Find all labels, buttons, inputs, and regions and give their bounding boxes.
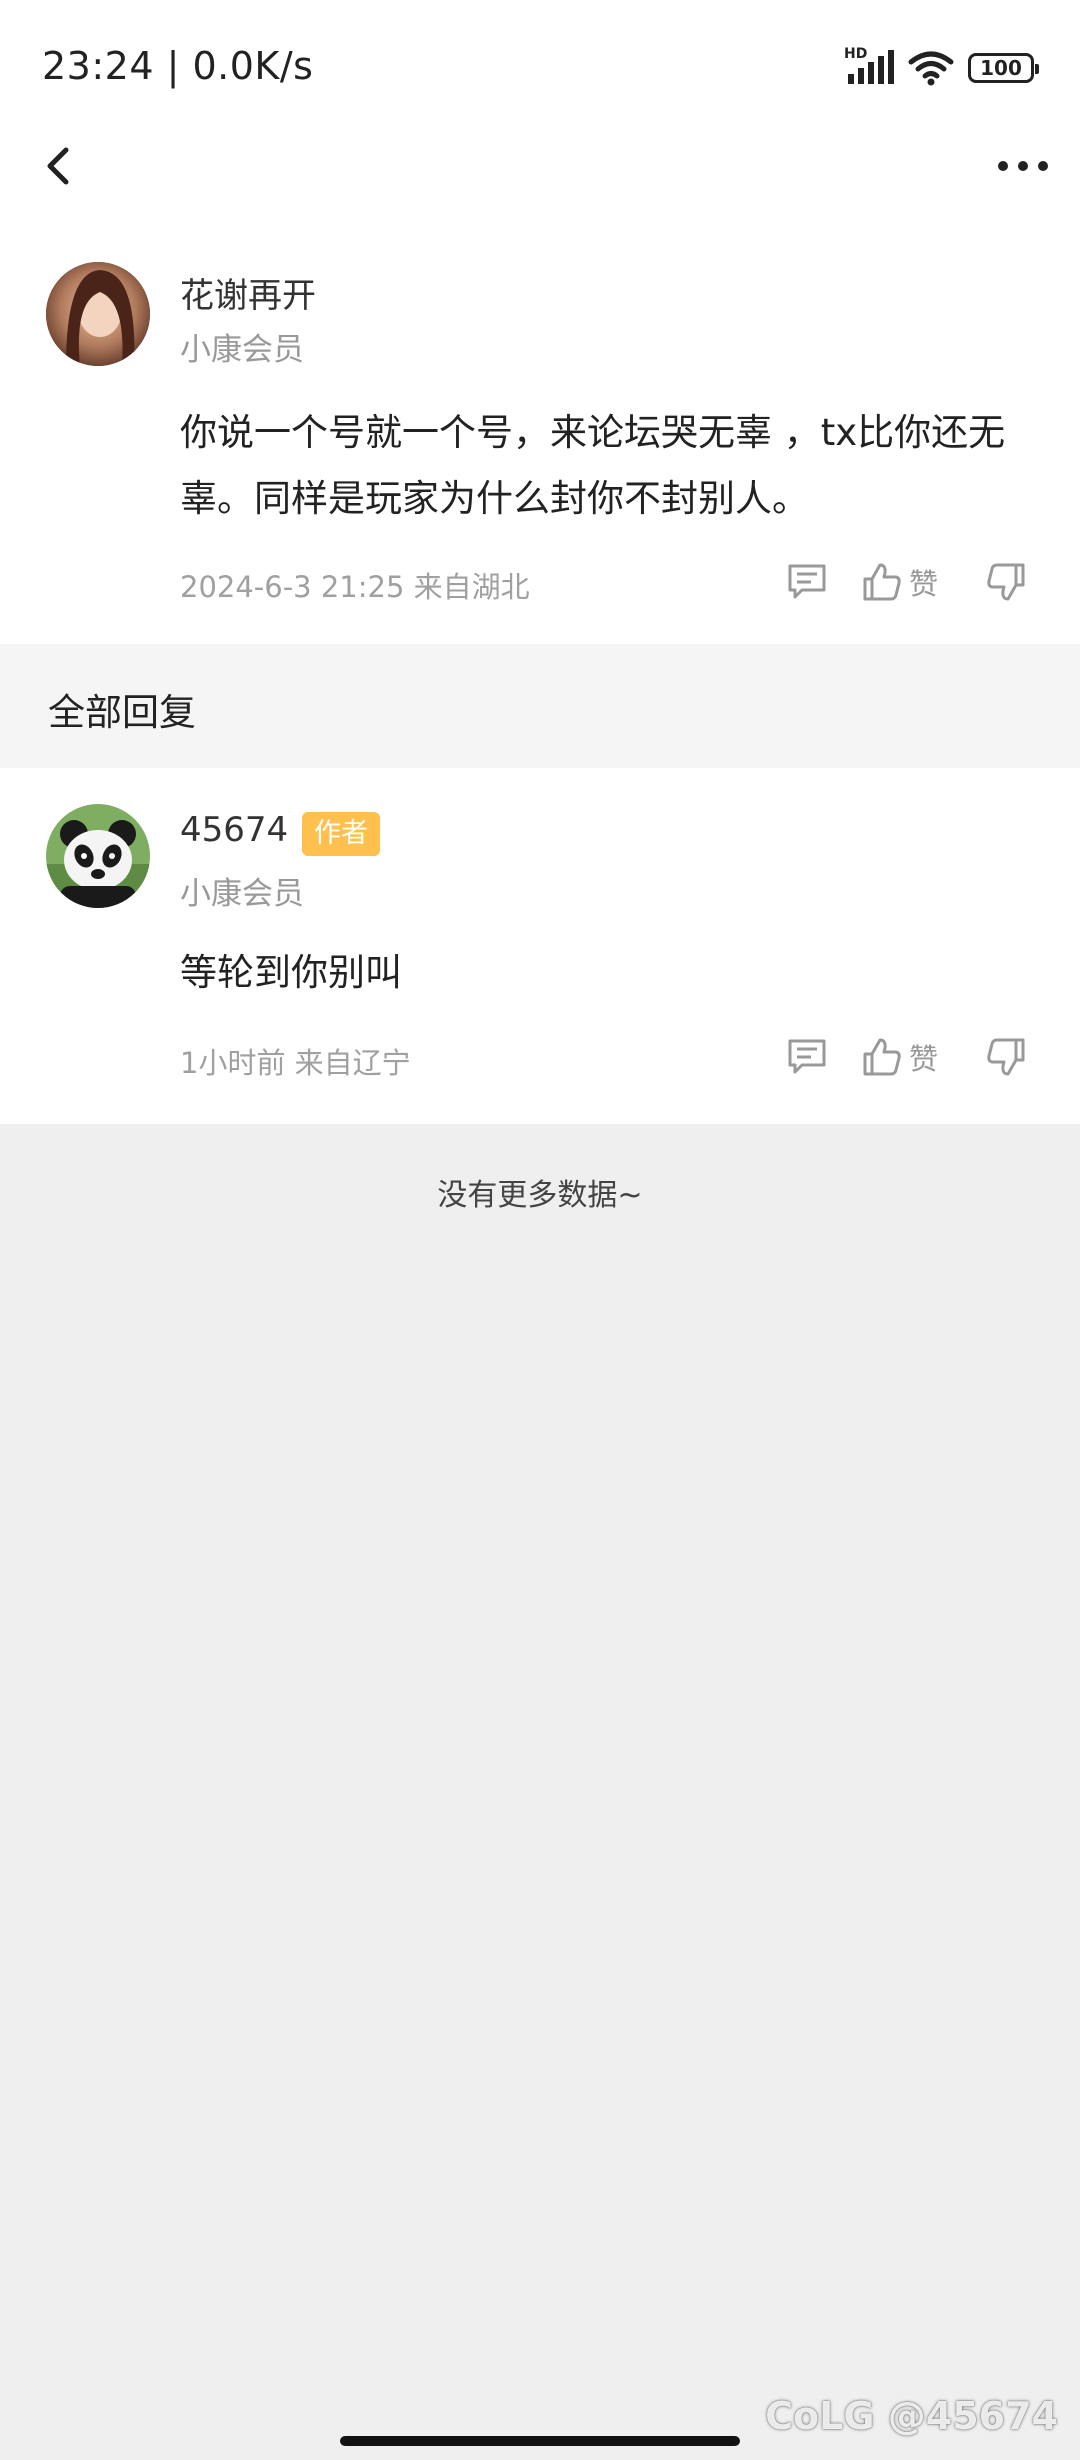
battery-level: 100: [980, 56, 1022, 80]
like-button[interactable]: 赞: [861, 1032, 938, 1082]
thumbs-down-icon: [987, 563, 1025, 601]
signal-icon: HD: [844, 46, 894, 86]
post-content: 你说一个号就一个号，来论坛哭无辜 ，tx比你还无辜。同样是玩家为什么封你不封别人…: [180, 411, 1006, 520]
reply-button[interactable]: [777, 557, 837, 607]
reply-meta: 1小时前 来自辽宁: [180, 1046, 411, 1080]
more-dots-icon: [998, 161, 1048, 171]
dislike-button[interactable]: [984, 1032, 1028, 1082]
section-title: 全部回复: [48, 691, 196, 734]
reply-actions: 赞: [777, 1032, 1028, 1082]
thumbs-up-icon: [863, 1038, 901, 1076]
status-icons: HD 100: [844, 46, 1039, 88]
reply-item: 45674 作者 小康会员 等轮到你别叫 1小时前 来自辽宁 赞: [0, 768, 1080, 1124]
avatar[interactable]: [46, 262, 150, 366]
status-time: 23:24 | 0.0K/s: [42, 44, 314, 88]
section-header: 全部回复: [0, 644, 1080, 768]
original-post: 花谢再开 小康会员 你说一个号就一个号，来论坛哭无辜 ，tx比你还无辜。同样是玩…: [0, 212, 1080, 644]
nav-bar: [0, 120, 1080, 212]
like-label: 赞: [908, 567, 938, 601]
post-meta: 2024-6-3 21:25 来自湖北: [180, 570, 530, 604]
thumbs-up-icon: [863, 563, 901, 601]
dislike-button[interactable]: [984, 557, 1028, 607]
comment-icon: [788, 1039, 826, 1074]
back-button[interactable]: [30, 138, 86, 194]
reply-content: 等轮到你别叫: [180, 951, 402, 994]
watermark: CoLG @45674: [765, 2394, 1058, 2438]
post-actions: 赞: [777, 557, 1028, 607]
member-level: 小康会员: [180, 876, 304, 912]
more-button[interactable]: [988, 138, 1058, 194]
like-label: 赞: [908, 1042, 938, 1076]
member-level: 小康会员: [180, 332, 304, 368]
avatar[interactable]: [46, 804, 150, 908]
home-indicator[interactable]: [340, 2436, 740, 2446]
comment-icon: [788, 564, 826, 599]
like-button[interactable]: 赞: [861, 557, 938, 607]
chevron-left-icon: [47, 147, 69, 185]
author-badge: 作者: [302, 812, 380, 856]
post-username[interactable]: 花谢再开: [180, 268, 316, 317]
reply-username[interactable]: 45674: [180, 810, 288, 850]
no-more-data: 没有更多数据~: [437, 1178, 643, 1213]
reply-button[interactable]: [777, 1032, 837, 1082]
wifi-icon: [908, 50, 954, 86]
battery-icon: 100: [968, 53, 1039, 83]
status-bar: 23:24 | 0.0K/s HD 100: [0, 0, 1080, 136]
thumbs-down-icon: [987, 1038, 1025, 1076]
